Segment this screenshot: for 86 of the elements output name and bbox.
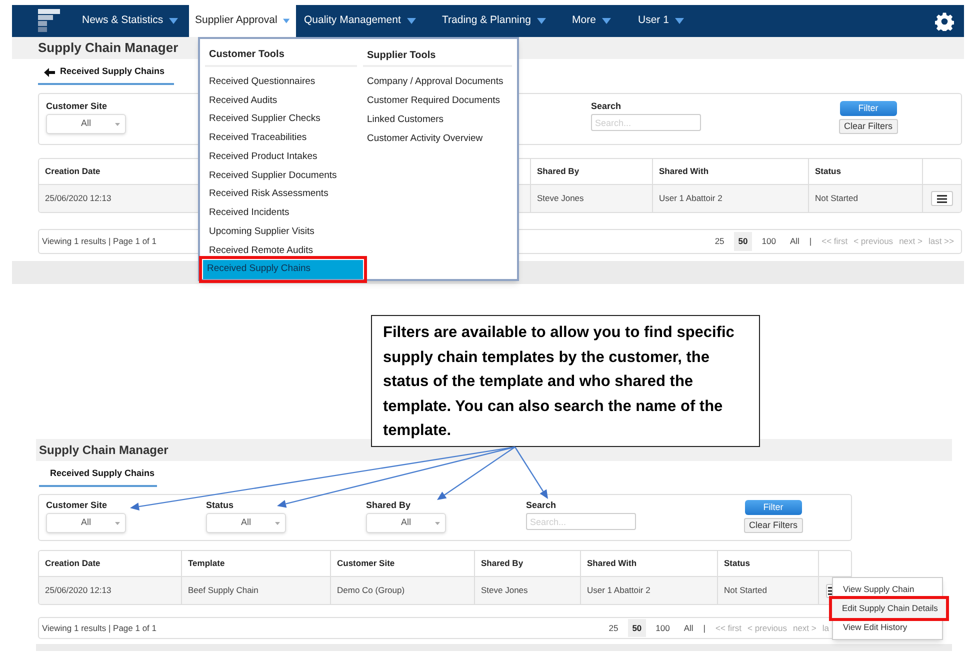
menu-item[interactable]: Edit Supply Chain Details <box>832 599 946 618</box>
page-size-option[interactable]: 50 <box>734 232 752 251</box>
list-icon <box>937 194 947 202</box>
pagination-summary: Viewing 1 results | Page 1 of 1 <box>42 622 157 634</box>
page-size-option[interactable]: 25 <box>604 618 622 638</box>
column-header: Shared By <box>537 165 580 178</box>
nav-menu-item[interactable]: Supplier Approval <box>189 5 296 37</box>
page-size-option[interactable]: All <box>786 232 804 251</box>
menu-item[interactable]: Received Supplier Documents <box>205 166 357 186</box>
select-field[interactable]: All <box>46 114 126 134</box>
menu-item[interactable]: Customer Activity Overview <box>363 130 512 149</box>
filter-label: Search <box>526 499 556 512</box>
separator: | <box>703 622 706 634</box>
separator: | <box>809 235 812 248</box>
filter-label: Search <box>591 100 622 113</box>
clear-filters-button[interactable]: Clear Filters <box>839 119 898 134</box>
menu-item[interactable]: Received Incidents <box>205 204 357 223</box>
nav-menu-item[interactable]: Trading & Planning <box>434 5 564 37</box>
nav-menu-item[interactable]: Quality Management <box>296 5 434 37</box>
page-size-option[interactable]: 25 <box>710 232 728 251</box>
caret-icon <box>115 123 120 126</box>
column-header: Status <box>724 557 750 570</box>
table-cell: 25/06/2020 12:13 <box>45 584 112 597</box>
caret-icon <box>602 18 611 24</box>
menu-item[interactable]: Upcoming Supplier Visits <box>205 222 357 242</box>
column-header: Creation Date <box>45 557 100 570</box>
menu-item[interactable]: Received Product Intakes <box>205 148 357 166</box>
table-cell: Steve Jones <box>537 192 584 205</box>
menu-item[interactable]: Linked Customers <box>363 111 512 130</box>
caret-icon <box>275 522 280 525</box>
nav-menu-item[interactable]: User 1 <box>630 5 690 37</box>
menu-item[interactable]: View Supply Chain <box>833 580 942 599</box>
column-header: Template <box>188 557 225 570</box>
pagination-summary: Viewing 1 results | Page 1 of 1 <box>42 235 157 248</box>
column-header: Shared With <box>659 165 709 178</box>
table-cell: Not Started <box>815 192 858 205</box>
caret-icon <box>674 18 684 24</box>
select-field[interactable]: All <box>46 513 126 533</box>
column-header: Status <box>815 165 841 178</box>
menu-item[interactable]: View Edit History <box>833 618 942 637</box>
menu-item[interactable]: Received Supplier Checks <box>205 110 357 129</box>
filter-label: Customer Site <box>46 100 108 113</box>
menu-item[interactable]: Received Traceabilities <box>205 128 357 148</box>
menu-item[interactable]: Company / Approval Documents <box>363 73 512 92</box>
caret-icon <box>283 18 290 24</box>
nav-menu-item[interactable]: News & Statistics <box>74 5 189 37</box>
page-size-option[interactable]: 100 <box>652 618 674 638</box>
page-size-option[interactable]: All <box>680 618 698 638</box>
page-size-option[interactable]: 100 <box>758 232 780 251</box>
page-size-option[interactable]: 50 <box>628 618 646 638</box>
caret-icon <box>169 18 178 24</box>
filter-label: Shared By <box>366 499 411 512</box>
back-arrow-icon[interactable] <box>44 68 55 76</box>
table-cell: Demo Co (Group) <box>337 584 405 597</box>
menu-item[interactable]: Received Audits <box>205 91 357 110</box>
menu-heading: Customer Tools <box>205 45 357 67</box>
clear-filters-button[interactable]: Clear Filters <box>744 518 803 533</box>
caret-icon <box>115 522 120 525</box>
column-header: Creation Date <box>45 165 100 178</box>
caret-icon <box>406 18 416 24</box>
menu-item[interactable]: Received Remote Audits <box>205 241 357 260</box>
menu-item[interactable]: Received Risk Assessments <box>205 185 357 204</box>
column-header: Customer Site <box>337 557 395 570</box>
caret-icon <box>536 18 546 24</box>
settings-icon[interactable] <box>935 12 954 30</box>
row-menu-button[interactable] <box>931 191 953 206</box>
menu-item[interactable]: Received Questionnaires <box>205 72 357 92</box>
menu-item[interactable]: Customer Required Documents <box>363 92 512 111</box>
nav-menu-item[interactable]: More <box>564 5 630 37</box>
table-cell: Steve Jones <box>481 584 528 597</box>
table-cell: 25/06/2020 12:13 <box>45 192 112 205</box>
menu-item[interactable]: Received Supply Chains <box>203 260 363 279</box>
table-cell: Beef Supply Chain <box>188 584 258 597</box>
caret-icon <box>435 522 440 525</box>
logo-icon[interactable] <box>38 9 62 33</box>
table-cell: User 1 Abattoir 2 <box>659 192 722 205</box>
column-header: Shared With <box>587 557 637 570</box>
filter-label: Customer Site <box>46 499 108 512</box>
menu-heading: Supplier Tools <box>363 45 512 67</box>
table-cell: User 1 Abattoir 2 <box>587 584 650 597</box>
callout-text: Filters are available to allow you to find specific supply chain templates by the customer, the status of the template and who shared the template. You can also search the name of the template. <box>371 315 760 447</box>
select-field[interactable]: All <box>366 513 446 533</box>
select-field[interactable]: All <box>206 513 286 533</box>
column-header: Shared By <box>481 557 524 570</box>
table-cell: Not Started <box>724 584 767 597</box>
filter-label: Status <box>206 499 234 512</box>
